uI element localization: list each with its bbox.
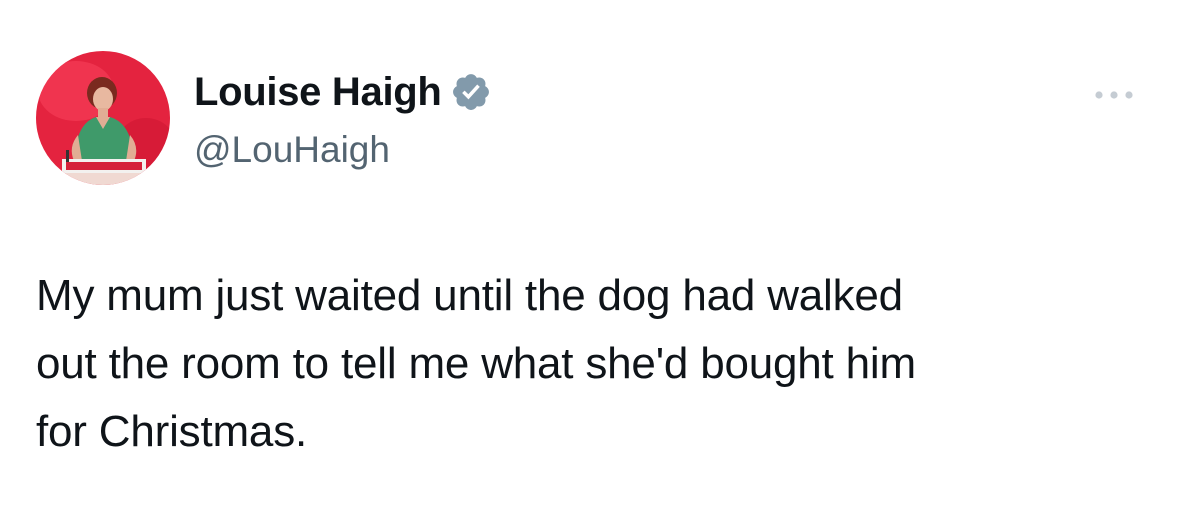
- author-handle[interactable]: @LouHaigh: [194, 126, 492, 174]
- tweet-card: Louise Haigh @LouHaigh My mum just waite…: [0, 0, 1179, 510]
- more-options-button[interactable]: [1086, 80, 1142, 110]
- author-info: Louise Haigh @LouHaigh: [194, 66, 492, 174]
- name-row: Louise Haigh: [194, 66, 492, 118]
- author-display-name[interactable]: Louise Haigh: [194, 66, 442, 118]
- author-avatar[interactable]: [36, 51, 170, 185]
- avatar-image: [36, 51, 170, 185]
- tweet-text: My mum just waited until the dog had wal…: [36, 271, 916, 456]
- more-horizontal-icon: [1095, 91, 1133, 99]
- verified-badge-icon[interactable]: [450, 71, 492, 113]
